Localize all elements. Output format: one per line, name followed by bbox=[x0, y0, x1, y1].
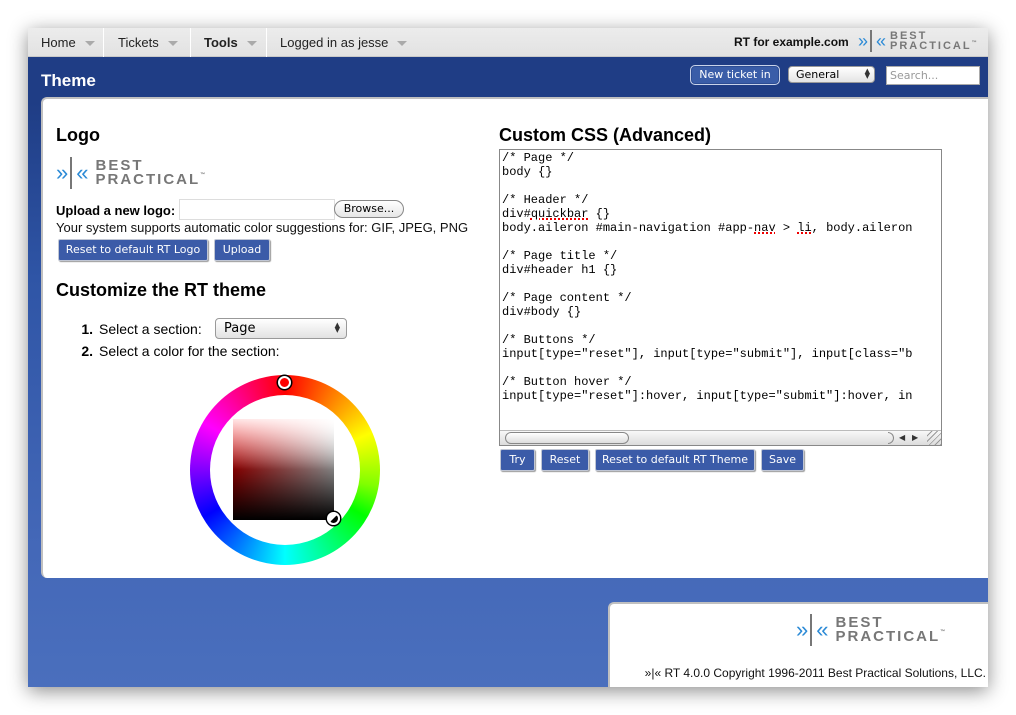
nav-home[interactable]: Home bbox=[28, 28, 104, 57]
logo-tm: ™ bbox=[940, 629, 946, 635]
new-ticket-button[interactable]: New ticket in bbox=[690, 65, 780, 85]
updown-arrows-icon: ▲ ▼ bbox=[864, 67, 870, 80]
current-logo: » « BEST PRACTICAL™ bbox=[56, 157, 205, 189]
scrollbar-track-end bbox=[888, 432, 894, 444]
step-text: Select a color for the section: bbox=[99, 343, 280, 359]
horizontal-scrollbar[interactable]: ◀ ▶ bbox=[500, 430, 941, 445]
nav-user-label: Logged in as jesse bbox=[280, 35, 389, 50]
chevron-down-icon bbox=[397, 41, 408, 47]
logo-line2: PRACTICAL bbox=[835, 628, 941, 645]
theme-section-title: Customize the RT theme bbox=[56, 280, 267, 300]
logo-file-field[interactable] bbox=[179, 199, 335, 220]
footer: » « BEST PRACTICAL™ »|« RT 4.0.0 Copyrigh… bbox=[608, 602, 988, 687]
section-select[interactable]: Page ▲ ▼ bbox=[215, 318, 347, 339]
nav-user-menu[interactable]: Logged in as jesse bbox=[267, 28, 417, 57]
browse-button[interactable]: Browse... bbox=[334, 200, 404, 218]
browser-window: Home Tickets Tools Logged in as jesse RT… bbox=[28, 28, 988, 687]
step-number: 1. bbox=[81, 321, 93, 337]
saturation-value-handle[interactable] bbox=[327, 512, 340, 525]
step-select-color: 2. Select a color for the section: bbox=[73, 343, 280, 359]
logo-tm: ™ bbox=[200, 172, 206, 178]
queue-select[interactable]: General ▲ ▼ bbox=[788, 66, 875, 83]
logo-tm: ™ bbox=[971, 40, 977, 46]
search-input[interactable] bbox=[886, 66, 980, 85]
nav-home-label: Home bbox=[41, 35, 76, 50]
nav-tools[interactable]: Tools bbox=[191, 28, 267, 57]
chevron-down-icon bbox=[246, 41, 257, 47]
resize-grip-icon[interactable] bbox=[927, 431, 941, 445]
step-number: 2. bbox=[81, 343, 93, 359]
footer-logo: » « BEST PRACTICAL™ bbox=[796, 614, 945, 646]
chevron-down-icon bbox=[167, 41, 178, 47]
logo-wordmark: BEST PRACTICAL™ bbox=[890, 30, 977, 52]
save-button[interactable]: Save bbox=[761, 449, 804, 471]
main-content-panel: Logo » « BEST PRACTICAL™ Upload a new log… bbox=[41, 97, 988, 578]
logo-marks-icon: » « bbox=[796, 614, 829, 646]
logo-marks-icon: » « bbox=[56, 157, 89, 189]
nav-tickets-label: Tickets bbox=[118, 35, 159, 50]
nav-tools-label: Tools bbox=[204, 35, 238, 50]
section-select-value: Page bbox=[224, 321, 256, 336]
custom-css-title: Custom CSS (Advanced) bbox=[499, 125, 712, 145]
updown-arrows-icon: ▲ ▼ bbox=[334, 321, 340, 334]
upload-button[interactable]: Upload bbox=[214, 239, 270, 261]
custom-css-textarea[interactable]: /* Page */ body {} /* Header */ div#quic… bbox=[499, 149, 942, 446]
logo-line2: PRACTICAL bbox=[95, 171, 201, 188]
scrollbar-thumb[interactable] bbox=[505, 432, 629, 444]
reset-default-theme-button[interactable]: Reset to default RT Theme bbox=[595, 449, 755, 471]
logo-section-title: Logo bbox=[56, 125, 100, 145]
reset-logo-button[interactable]: Reset to default RT Logo bbox=[58, 239, 208, 261]
css-text: /* Page */ body {} /* Header */ div#quic… bbox=[502, 151, 913, 403]
copyright-text: »|« RT 4.0.0 Copyright 1996-2011 Best Pr… bbox=[644, 666, 986, 680]
page-title: Theme bbox=[41, 71, 96, 90]
step-text: Select a section: bbox=[99, 321, 202, 337]
nav-tickets[interactable]: Tickets bbox=[105, 28, 191, 57]
logo-line2: PRACTICAL bbox=[890, 40, 972, 52]
color-support-text: Your system supports automatic color sug… bbox=[56, 220, 469, 235]
scroll-right-icon[interactable]: ▶ bbox=[912, 433, 918, 442]
queue-select-value: General bbox=[796, 68, 840, 81]
try-button[interactable]: Try bbox=[500, 449, 535, 471]
hue-handle[interactable] bbox=[278, 376, 291, 389]
reset-button[interactable]: Reset bbox=[541, 449, 589, 471]
upload-logo-label: Upload a new logo: bbox=[56, 203, 176, 218]
top-navigation: Home Tickets Tools Logged in as jesse RT… bbox=[28, 28, 988, 57]
scroll-left-icon[interactable]: ◀ bbox=[899, 433, 905, 442]
chevron-down-icon bbox=[84, 41, 95, 47]
logo-wordmark: BEST PRACTICAL™ bbox=[95, 158, 206, 188]
logo-marks-icon: » « bbox=[858, 30, 886, 52]
best-practical-logo: » « BEST PRACTICAL™ bbox=[858, 30, 977, 52]
logo-wordmark: BEST PRACTICAL™ bbox=[835, 615, 946, 645]
step-select-section: 1. Select a section: bbox=[73, 321, 202, 337]
saturation-overlay bbox=[233, 419, 334, 520]
site-name: RT for example.com bbox=[734, 35, 849, 49]
